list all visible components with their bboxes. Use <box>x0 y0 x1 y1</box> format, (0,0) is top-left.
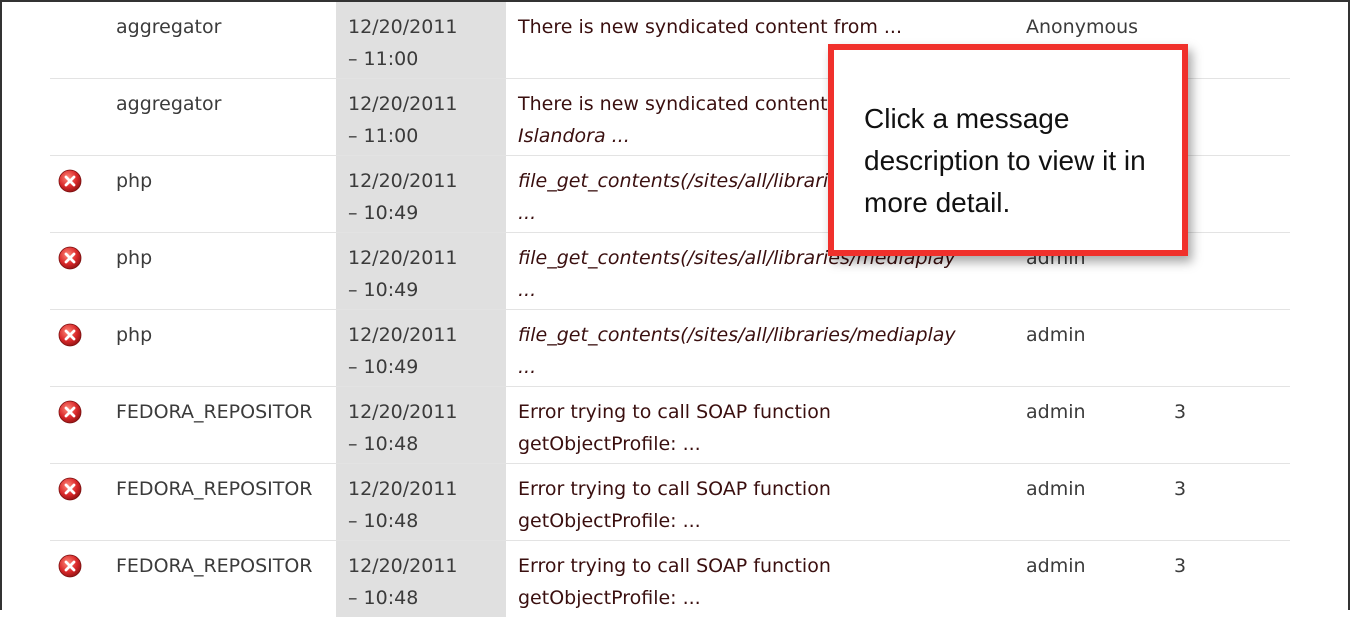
severity-cell <box>50 233 116 309</box>
type-cell: aggregator <box>116 16 222 38</box>
severity-cell <box>50 310 116 386</box>
date-cell: 12/20/2011– 10:48 <box>336 387 506 463</box>
severity-cell <box>50 2 116 78</box>
error-icon <box>58 554 82 578</box>
date-cell: 12/20/2011– 10:48 <box>336 541 506 617</box>
count-cell: 3 <box>1174 555 1187 577</box>
error-icon <box>58 400 82 424</box>
message-link[interactable]: Error trying to call SOAP function getObj… <box>506 387 1026 463</box>
count-cell: 3 <box>1174 401 1187 423</box>
type-cell: php <box>116 247 153 269</box>
instruction-callout: Click a message description to view it i… <box>828 44 1188 256</box>
type-cell: FEDORA_REPOSITOR <box>116 401 313 423</box>
log-row: FEDORA_REPOSITOR 12/20/2011– 10:48 Error t… <box>50 464 1290 541</box>
severity-cell <box>50 79 116 155</box>
type-cell: aggregator <box>116 93 222 115</box>
type-cell: FEDORA_REPOSITOR <box>116 478 313 500</box>
message-link[interactable]: Error trying to call SOAP function getObj… <box>506 541 1026 617</box>
type-cell: php <box>116 170 153 192</box>
error-icon <box>58 246 82 270</box>
log-row: FEDORA_REPOSITOR 12/20/2011– 10:48 Error t… <box>50 387 1290 464</box>
date-cell: 12/20/2011– 10:49 <box>336 310 506 386</box>
type-cell: php <box>116 324 153 346</box>
date-cell: 12/20/2011– 11:00 <box>336 79 506 155</box>
severity-cell <box>50 464 116 540</box>
user-cell: admin <box>1026 401 1086 423</box>
severity-cell <box>50 541 116 617</box>
count-cell: 3 <box>1174 478 1187 500</box>
user-cell: admin <box>1026 555 1086 577</box>
error-icon <box>58 477 82 501</box>
log-row: php 12/20/2011– 10:49 file_get_contents(/s… <box>50 310 1290 387</box>
error-icon <box>58 323 82 347</box>
callout-text: Click a message description to view it i… <box>864 103 1146 218</box>
severity-cell <box>50 156 116 232</box>
error-icon <box>58 169 82 193</box>
user-cell: admin <box>1026 324 1086 346</box>
count-cell <box>1174 310 1234 386</box>
message-link[interactable]: Error trying to call SOAP function getObj… <box>506 464 1026 540</box>
date-cell: 12/20/2011– 10:49 <box>336 156 506 232</box>
log-row: FEDORA_REPOSITOR 12/20/2011– 10:48 Error t… <box>50 541 1290 617</box>
date-cell: 12/20/2011– 10:49 <box>336 233 506 309</box>
message-link[interactable]: file_get_contents(/sites/all/libraries/m… <box>506 310 1026 386</box>
date-cell: 12/20/2011– 11:00 <box>336 2 506 78</box>
user-cell: admin <box>1026 478 1086 500</box>
type-cell: FEDORA_REPOSITOR <box>116 555 313 577</box>
severity-cell <box>50 387 116 463</box>
screenshot-frame: aggregator 12/20/2011– 11:00 There is new … <box>0 0 1350 617</box>
date-cell: 12/20/2011– 10:48 <box>336 464 506 540</box>
